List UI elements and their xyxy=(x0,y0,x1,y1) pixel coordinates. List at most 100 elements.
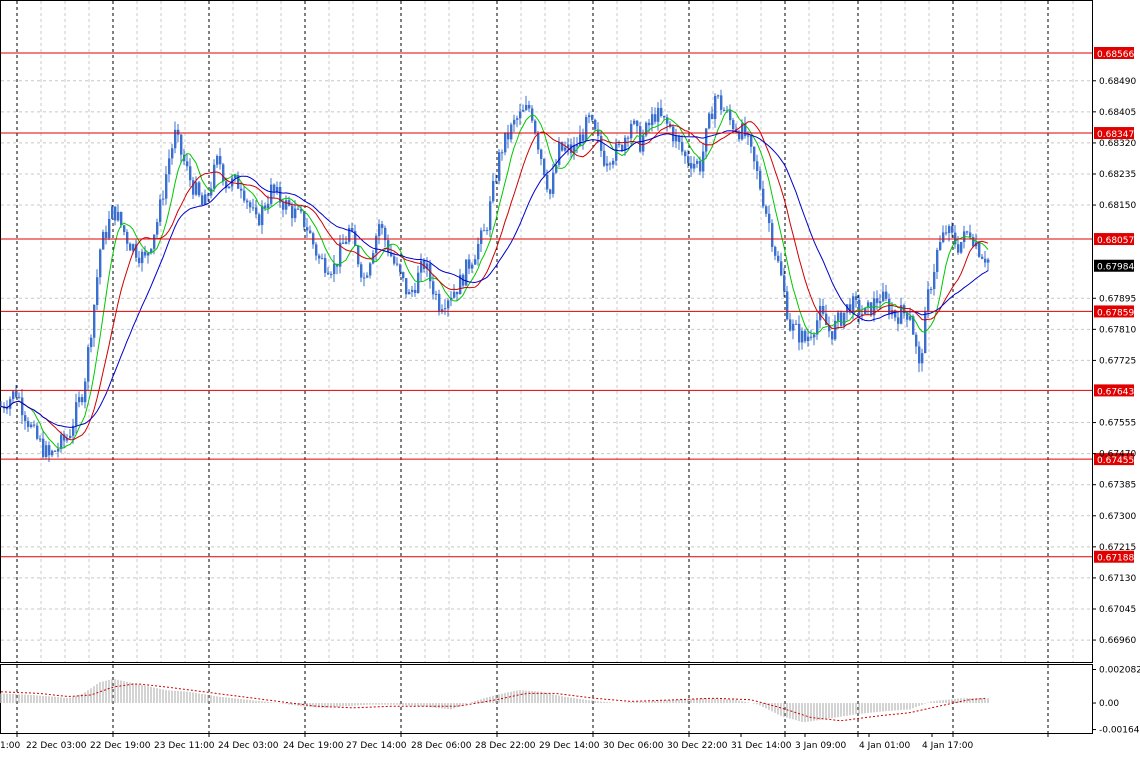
candle-body xyxy=(612,160,615,165)
candle-body xyxy=(201,195,204,205)
candle-body xyxy=(969,232,972,238)
candle-body xyxy=(363,277,366,279)
candle-body xyxy=(516,118,519,120)
candle-body xyxy=(831,331,834,340)
candle-body xyxy=(492,181,495,202)
candle-body xyxy=(675,135,678,142)
candle-body xyxy=(546,174,549,190)
candle-body xyxy=(882,291,885,302)
candle-body xyxy=(417,272,420,294)
candle-body xyxy=(678,135,681,142)
y-tick-label: 0.66960 xyxy=(1099,636,1136,646)
candle-body xyxy=(318,255,321,259)
x-tick-label: 27 Dec 14:00 xyxy=(346,741,407,751)
candle-body xyxy=(579,134,582,147)
candle-body xyxy=(9,399,12,409)
candle-body xyxy=(687,156,690,164)
candle-body xyxy=(186,161,189,167)
candle-body xyxy=(585,117,588,141)
candle-body xyxy=(21,397,24,416)
y-tick-label: 0.68320 xyxy=(1099,139,1136,149)
candle-body xyxy=(609,163,612,165)
candle-body xyxy=(606,163,609,166)
candle-body xyxy=(267,203,270,209)
candle-body xyxy=(534,120,537,134)
candle-body xyxy=(309,230,312,234)
x-tick-label: 31 Dec 14:00 xyxy=(731,741,792,751)
candle-body xyxy=(96,277,99,305)
candle-body xyxy=(420,260,423,273)
candle-body xyxy=(960,241,963,253)
candle-body xyxy=(717,95,720,97)
candle-body xyxy=(60,434,63,449)
candle-body xyxy=(243,190,246,201)
candle-body xyxy=(804,330,807,342)
candle-body xyxy=(432,281,435,295)
candle-body xyxy=(798,323,801,343)
candle-body xyxy=(315,244,318,256)
price-pane xyxy=(0,0,1093,663)
candle-body xyxy=(756,161,759,171)
candle-body xyxy=(966,231,969,233)
candle-body xyxy=(24,415,27,422)
candle-body xyxy=(981,256,984,259)
x-tick-label: 22 Dec 19:00 xyxy=(90,741,151,751)
candle-body xyxy=(468,259,471,269)
candle-body xyxy=(750,135,753,147)
candle-body xyxy=(378,224,381,237)
candle-body xyxy=(642,135,645,152)
candle-body xyxy=(705,128,708,152)
candle-body xyxy=(258,214,261,226)
candle-body xyxy=(795,323,798,325)
candle-body xyxy=(840,312,843,326)
candle-body xyxy=(582,134,585,141)
candle-body xyxy=(195,182,198,195)
candle-body xyxy=(519,111,522,119)
candle-body xyxy=(99,249,102,278)
candle-body xyxy=(291,205,294,219)
candle-body xyxy=(204,194,207,205)
candle-body xyxy=(219,156,222,165)
candle-body xyxy=(771,223,774,247)
candle-body xyxy=(723,109,726,111)
x-tick-label: 30 Dec 22:00 xyxy=(667,741,728,751)
candle-body xyxy=(414,289,417,294)
candle-body xyxy=(513,119,516,125)
y-tick-label: 0.67300 xyxy=(1099,512,1136,522)
candle-body xyxy=(720,95,723,110)
candle-body xyxy=(753,146,756,162)
candle-body xyxy=(489,201,492,231)
candle-body xyxy=(732,120,735,130)
candle-body xyxy=(84,381,87,403)
candle-body xyxy=(801,330,804,343)
candle-body xyxy=(54,450,57,452)
candle-body xyxy=(852,296,855,313)
candle-body xyxy=(447,300,450,309)
candle-body xyxy=(711,113,714,120)
candle-body xyxy=(90,337,93,348)
candle-body xyxy=(111,206,114,219)
x-tick-label: 3 Jan 09:00 xyxy=(795,741,847,751)
candle-body xyxy=(411,289,414,292)
candle-body xyxy=(477,243,480,260)
candle-body xyxy=(330,274,333,276)
candle-body xyxy=(141,251,144,264)
candle-body xyxy=(702,151,705,172)
candle-body xyxy=(360,264,363,278)
osc-tick-label: 0.00 xyxy=(1099,699,1119,709)
candle-body xyxy=(909,316,912,320)
candle-body xyxy=(978,242,981,257)
candle-body xyxy=(543,158,546,175)
candle-body xyxy=(159,199,162,223)
candle-body xyxy=(765,206,768,214)
candle-body xyxy=(885,291,888,299)
candle-body xyxy=(855,296,858,300)
candle-body xyxy=(30,424,33,427)
candle-body xyxy=(153,234,156,249)
candle-body xyxy=(369,263,372,276)
y-tick-label: 0.67130 xyxy=(1099,574,1136,584)
candle-body xyxy=(483,230,486,232)
candle-body xyxy=(480,230,483,244)
candle-body xyxy=(843,312,846,326)
candle-body xyxy=(108,218,111,238)
